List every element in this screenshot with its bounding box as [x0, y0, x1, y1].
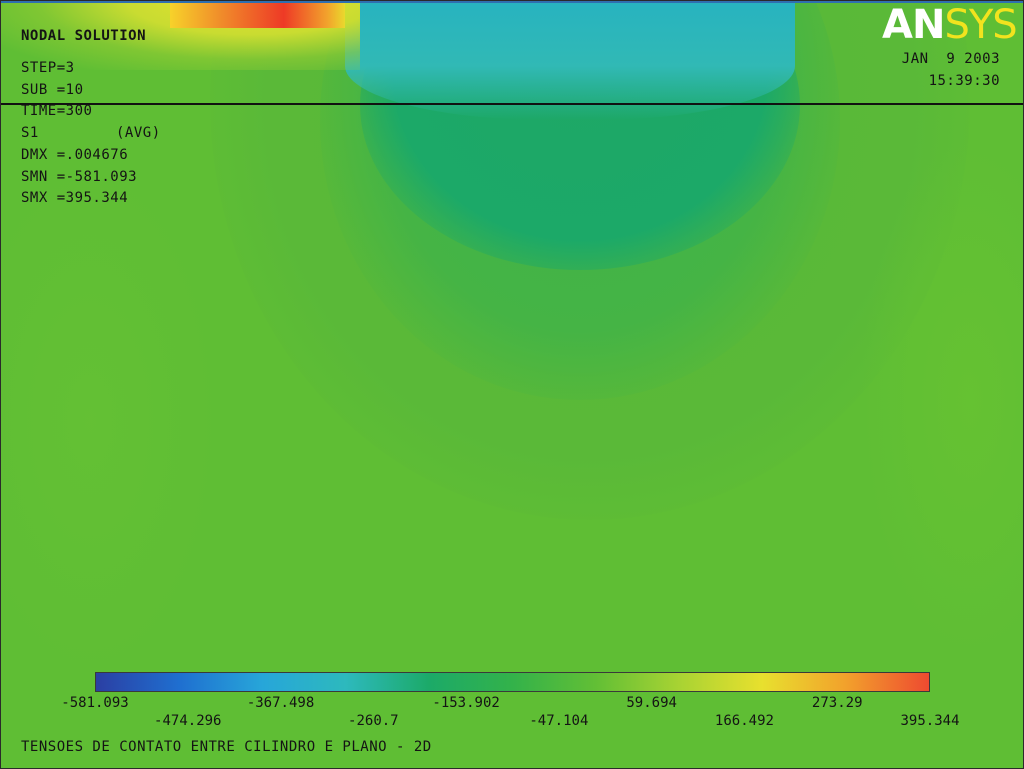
plot-type-title: NODAL SOLUTION [21, 28, 147, 44]
legend-tick-label: 59.694 [626, 695, 677, 711]
legend-tick-label: 166.492 [714, 713, 774, 729]
time-stamp: 15:39:30 [928, 73, 1000, 89]
legend-tick-label: -367.498 [246, 695, 315, 711]
contour-plot-viewport[interactable]: NODAL SOLUTION STEP=3 SUB =10 TIME=300 S… [0, 0, 1024, 769]
legend-tick-label: -47.104 [529, 713, 589, 729]
legend-tick-label: -153.902 [432, 695, 500, 711]
stress-contour-outer-band [210, 0, 970, 520]
time-readout: TIME=300 [21, 103, 93, 119]
window-frame [0, 0, 1024, 769]
substep-readout: SUB =10 [21, 82, 84, 98]
right-side-contour [860, 140, 1024, 660]
stress-contour-middle-band [320, 0, 840, 400]
smx-readout: SMX =395.344 [21, 190, 129, 206]
cylinder-plane-interface-line [0, 103, 1024, 105]
legend-tick-label: -474.296 [154, 713, 222, 729]
legend-tick-label: -260.7 [348, 713, 399, 729]
contact-zone-contour [345, 0, 795, 120]
top-edge-strip [0, 0, 1024, 3]
legend-color-bar [95, 672, 930, 692]
stress-contour-inner-band [360, 0, 800, 270]
smn-readout: SMN =-581.093 [21, 169, 138, 185]
result-item-label: S1 [21, 125, 39, 141]
dmx-readout: DMX =.004676 [21, 147, 129, 163]
step-readout: STEP=3 [21, 60, 75, 76]
left-side-contour [0, 160, 220, 680]
logo-an-text: AN [882, 2, 945, 48]
max-stress-hot-spot [170, 0, 345, 28]
contour-legend [95, 672, 930, 692]
date-stamp: JAN 9 2003 [901, 51, 1000, 67]
plot-caption: TENSOES DE CONTATO ENTRE CILINDRO E PLAN… [21, 739, 432, 755]
legend-tick-label: -581.093 [61, 695, 129, 711]
ansys-logo: ANSYS [882, 2, 1018, 48]
legend-tick-label: 273.29 [811, 695, 863, 711]
legend-tick-label: 395.344 [900, 713, 960, 729]
averaging-label: (AVG) [116, 125, 161, 141]
logo-sys-text: SYS [944, 2, 1017, 48]
